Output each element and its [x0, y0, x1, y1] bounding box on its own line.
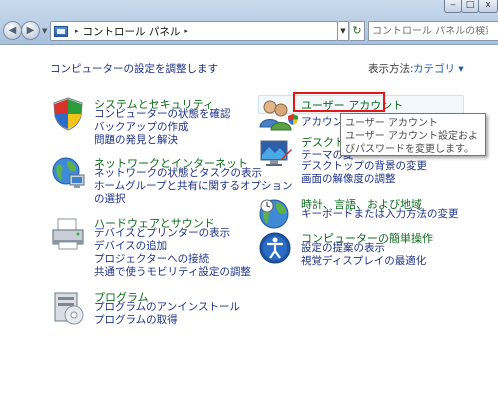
- search-input[interactable]: [372, 25, 488, 37]
- refresh-icon: ↻: [352, 24, 362, 37]
- category-links: 設定の提案の表示 視覚ディスプレイの最適化: [301, 242, 426, 268]
- link-check-computer-status[interactable]: コンピューターの状態を確認: [94, 108, 231, 121]
- recent-pages-dropdown[interactable]: ▼: [42, 27, 47, 35]
- page-title: コンピューターの設定を調整します: [50, 63, 218, 75]
- forward-button[interactable]: ▶: [21, 21, 40, 40]
- breadcrumb-separator-icon[interactable]: ▸: [184, 27, 188, 35]
- link-optimize-visual-display[interactable]: 視覚ディスプレイの最適化: [301, 255, 426, 268]
- breadcrumb-control-panel[interactable]: コントロール パネル: [83, 24, 181, 39]
- appearance-monitor-icon: [260, 140, 292, 166]
- link-get-programs[interactable]: プログラムの取得: [94, 314, 240, 327]
- view-by-label: 表示方法:: [368, 63, 414, 75]
- refresh-button[interactable]: ↻: [350, 21, 365, 41]
- minimize-button[interactable]: ‒: [444, 0, 462, 13]
- link-suggested-settings[interactable]: 設定の提案の表示: [301, 242, 426, 255]
- category-links: プログラムのアンインストール プログラムの取得: [94, 301, 240, 327]
- back-button[interactable]: ◀: [3, 21, 22, 40]
- category-links: コンピューターの状態を確認 バックアップの作成 問題の発見と解決: [94, 108, 231, 147]
- breadcrumb-separator-icon[interactable]: ▸: [75, 27, 79, 35]
- highlight-box: [293, 92, 385, 112]
- maximize-button[interactable]: □: [461, 0, 479, 13]
- ease-of-access-icon: [259, 232, 291, 264]
- link-troubleshoot[interactable]: 問題の発見と解決: [94, 134, 231, 147]
- link-add-device[interactable]: デバイスの追加: [94, 240, 251, 253]
- category-links: デスクトップの背景の変更 画面の解像度の調整: [301, 160, 427, 186]
- view-by-dropdown[interactable]: カテゴリ ▾: [413, 61, 464, 76]
- uac-shield-icon: [288, 114, 298, 125]
- link-screen-resolution[interactable]: 画面の解像度の調整: [301, 173, 427, 186]
- clock-globe-icon: [259, 199, 289, 229]
- address-bar[interactable]: ▸ コントロール パネル ▸: [50, 21, 338, 41]
- link-change-keyboard[interactable]: キーボードまたは入力方法の変更: [301, 208, 459, 221]
- programs-icon: [54, 292, 84, 325]
- link-desktop-background[interactable]: デスクトップの背景の変更: [301, 160, 427, 173]
- control-panel-icon: [54, 25, 68, 37]
- tooltip-description: ユーザー アカウント設定およびパスワードを変更します。: [345, 131, 478, 155]
- link-homegroup-sharing[interactable]: ホームグループと共有に関するオプション: [94, 180, 293, 193]
- link-user-accounts-partial[interactable]: アカウン: [301, 114, 343, 129]
- printer-icon: [52, 218, 84, 250]
- address-dropdown-button[interactable]: ▼: [338, 21, 349, 41]
- back-arrow-icon: ◀: [8, 25, 17, 36]
- link-devices-printers[interactable]: デバイスとプリンターの表示: [94, 227, 251, 240]
- chevron-down-icon: ▼: [340, 27, 346, 35]
- shield-icon: [53, 97, 83, 131]
- category-links: キーボードまたは入力方法の変更: [301, 208, 459, 221]
- link-create-backup[interactable]: バックアップの作成: [94, 121, 231, 134]
- title-bar: ‒ □ x ◀ ▶ ▼ ▸ コントロール パネル ▸ ▼ ↻: [0, 0, 498, 45]
- tooltip: ユーザー アカウント ユーザー アカウント設定およびパスワードを変更します。: [340, 113, 486, 156]
- category-links: デバイスとプリンターの表示 デバイスの追加 プロジェクターへの接続 共通で使うモ…: [94, 227, 251, 279]
- search-box[interactable]: [368, 21, 498, 41]
- link-connect-projector[interactable]: プロジェクターへの接続: [94, 253, 251, 266]
- tooltip-title: ユーザー アカウント: [345, 118, 438, 129]
- network-globe-icon: [52, 157, 85, 188]
- forward-arrow-icon: ▶: [26, 25, 35, 36]
- link-mobility-settings[interactable]: 共通で使うモビリティ設定の調整: [94, 266, 251, 279]
- close-button[interactable]: x: [478, 0, 498, 13]
- link-uninstall-program[interactable]: プログラムのアンインストール: [94, 301, 240, 314]
